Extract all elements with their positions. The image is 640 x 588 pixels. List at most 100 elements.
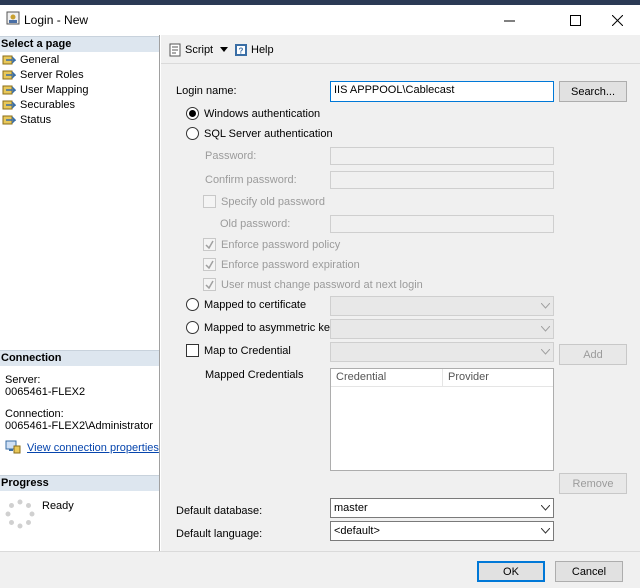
- mapped-cert-option[interactable]: Mapped to certificate: [186, 298, 306, 311]
- script-button[interactable]: Script: [168, 42, 213, 58]
- specify-old-password-option[interactable]: Specify old password: [203, 195, 325, 208]
- remove-button[interactable]: Remove: [559, 473, 627, 494]
- default-language-value: <default>: [334, 525, 380, 537]
- default-language-label: Default language:: [176, 528, 263, 540]
- specify-old-password-checkbox[interactable]: [203, 195, 216, 208]
- add-button[interactable]: Add: [559, 344, 627, 365]
- toolbar: [161, 35, 640, 64]
- login-name-input[interactable]: IIS APPPOOL\Cablecast: [330, 81, 554, 102]
- map-credential-option[interactable]: Map to Credential: [186, 344, 291, 357]
- mapped-cert-radio[interactable]: [186, 298, 199, 311]
- chevron-down-icon: [541, 505, 550, 511]
- mapped-asym-radio[interactable]: [186, 321, 199, 334]
- page-item-label: General: [20, 53, 60, 66]
- mapped-asym-label: Mapped to asymmetric key: [204, 321, 336, 334]
- page-icon: [2, 85, 16, 94]
- connection-properties-icon: [5, 440, 21, 454]
- default-database-dropdown[interactable]: master: [330, 498, 554, 518]
- certificate-dropdown[interactable]: [330, 296, 554, 316]
- chevron-down-icon: [541, 303, 550, 309]
- map-credential-label: Map to Credential: [204, 344, 291, 357]
- view-connection-properties-link[interactable]: View connection properties: [27, 442, 159, 454]
- credential-column-header[interactable]: Credential: [331, 369, 443, 387]
- default-database-label: Default database:: [176, 505, 263, 517]
- sql-auth-radio[interactable]: [186, 127, 199, 140]
- grid-header-row: Credential Provider: [331, 369, 553, 387]
- provider-column-header[interactable]: Provider: [443, 369, 553, 387]
- ok-button[interactable]: OK: [477, 561, 545, 582]
- page-icon: [2, 55, 16, 64]
- login-app-icon: [6, 11, 20, 25]
- specify-old-password-label: Specify old password: [221, 195, 325, 208]
- page-item-label: User Mapping: [20, 83, 89, 96]
- old-password-label: Old password:: [220, 218, 291, 230]
- default-language-dropdown[interactable]: <default>: [330, 521, 554, 541]
- select-page-header: Select a page: [0, 36, 159, 52]
- password-input[interactable]: [330, 147, 554, 165]
- enforce-expiration-label: Enforce password expiration: [221, 258, 360, 271]
- mapped-asym-option[interactable]: Mapped to asymmetric key: [186, 321, 335, 334]
- mapped-credentials-grid[interactable]: Credential Provider: [330, 368, 554, 471]
- progress-spinner-icon: [5, 499, 35, 529]
- checkmark-icon: [205, 260, 214, 269]
- close-icon: [611, 14, 623, 26]
- close-button[interactable]: [594, 5, 640, 35]
- page-item-label: Securables: [20, 98, 76, 111]
- help-label: Help: [251, 44, 274, 56]
- sql-auth-option[interactable]: SQL Server authentication: [186, 127, 333, 140]
- windows-auth-option[interactable]: Windows authentication: [186, 107, 320, 120]
- page-item-securables[interactable]: Securables: [2, 97, 75, 112]
- checkmark-icon: [205, 240, 214, 249]
- password-label: Password:: [205, 150, 257, 162]
- old-password-input[interactable]: [330, 215, 554, 233]
- map-credential-checkbox[interactable]: [186, 344, 199, 357]
- search-button[interactable]: Search...: [559, 81, 627, 102]
- enforce-expiration-option[interactable]: Enforce password expiration: [203, 258, 360, 271]
- enforce-policy-option[interactable]: Enforce password policy: [203, 238, 340, 251]
- progress-header: Progress: [0, 475, 159, 491]
- must-change-label: User must change password at next login: [221, 278, 423, 291]
- maximize-icon: [569, 14, 581, 26]
- page-icon: [2, 100, 16, 109]
- page-item-label: Status: [20, 113, 52, 126]
- server-label: Server:: [5, 374, 41, 386]
- title-bar[interactable]: [0, 5, 640, 35]
- page-item-status[interactable]: Status: [2, 112, 51, 127]
- server-value: 0065461-FLEX2: [5, 386, 86, 398]
- page-item-user-mapping[interactable]: User Mapping: [2, 82, 88, 97]
- minimize-button[interactable]: [486, 5, 532, 35]
- help-button[interactable]: ? Help: [234, 42, 274, 58]
- login-name-label: Login name:: [176, 85, 237, 97]
- minimize-icon: [503, 20, 515, 21]
- connection-value: 0065461-FLEX2\Administrator: [5, 420, 153, 432]
- cancel-button[interactable]: Cancel: [555, 561, 623, 582]
- page-item-server-roles[interactable]: Server Roles: [2, 67, 84, 82]
- chevron-down-icon: [541, 528, 550, 534]
- must-change-option[interactable]: User must change password at next login: [203, 278, 423, 291]
- maximize-button[interactable]: [552, 5, 598, 35]
- chevron-down-icon: [541, 349, 550, 355]
- default-database-value: master: [334, 502, 368, 514]
- sql-auth-label: SQL Server authentication: [204, 127, 333, 140]
- connection-header: Connection: [0, 350, 159, 366]
- chevron-down-icon: [541, 326, 550, 332]
- must-change-checkbox[interactable]: [203, 278, 216, 291]
- script-label: Script: [185, 44, 214, 56]
- progress-status: Ready: [42, 500, 74, 512]
- enforce-policy-checkbox[interactable]: [203, 238, 216, 251]
- enforce-policy-label: Enforce password policy: [221, 238, 341, 251]
- script-dropdown-arrow-icon[interactable]: [220, 47, 228, 52]
- asymmetric-key-dropdown[interactable]: [330, 319, 554, 339]
- confirm-password-input[interactable]: [330, 171, 554, 189]
- windows-auth-label: Windows authentication: [204, 107, 321, 120]
- credential-dropdown[interactable]: [330, 342, 554, 362]
- windows-auth-radio[interactable]: [186, 107, 199, 120]
- confirm-password-label: Confirm password:: [205, 174, 297, 186]
- page-item-general[interactable]: General: [2, 52, 59, 67]
- connection-label: Connection:: [5, 408, 64, 420]
- checkmark-icon: [205, 280, 214, 289]
- page-icon: [2, 115, 16, 124]
- window-title: Login - New: [24, 13, 89, 27]
- svg-text:?: ?: [239, 47, 244, 56]
- enforce-expiration-checkbox[interactable]: [203, 258, 216, 271]
